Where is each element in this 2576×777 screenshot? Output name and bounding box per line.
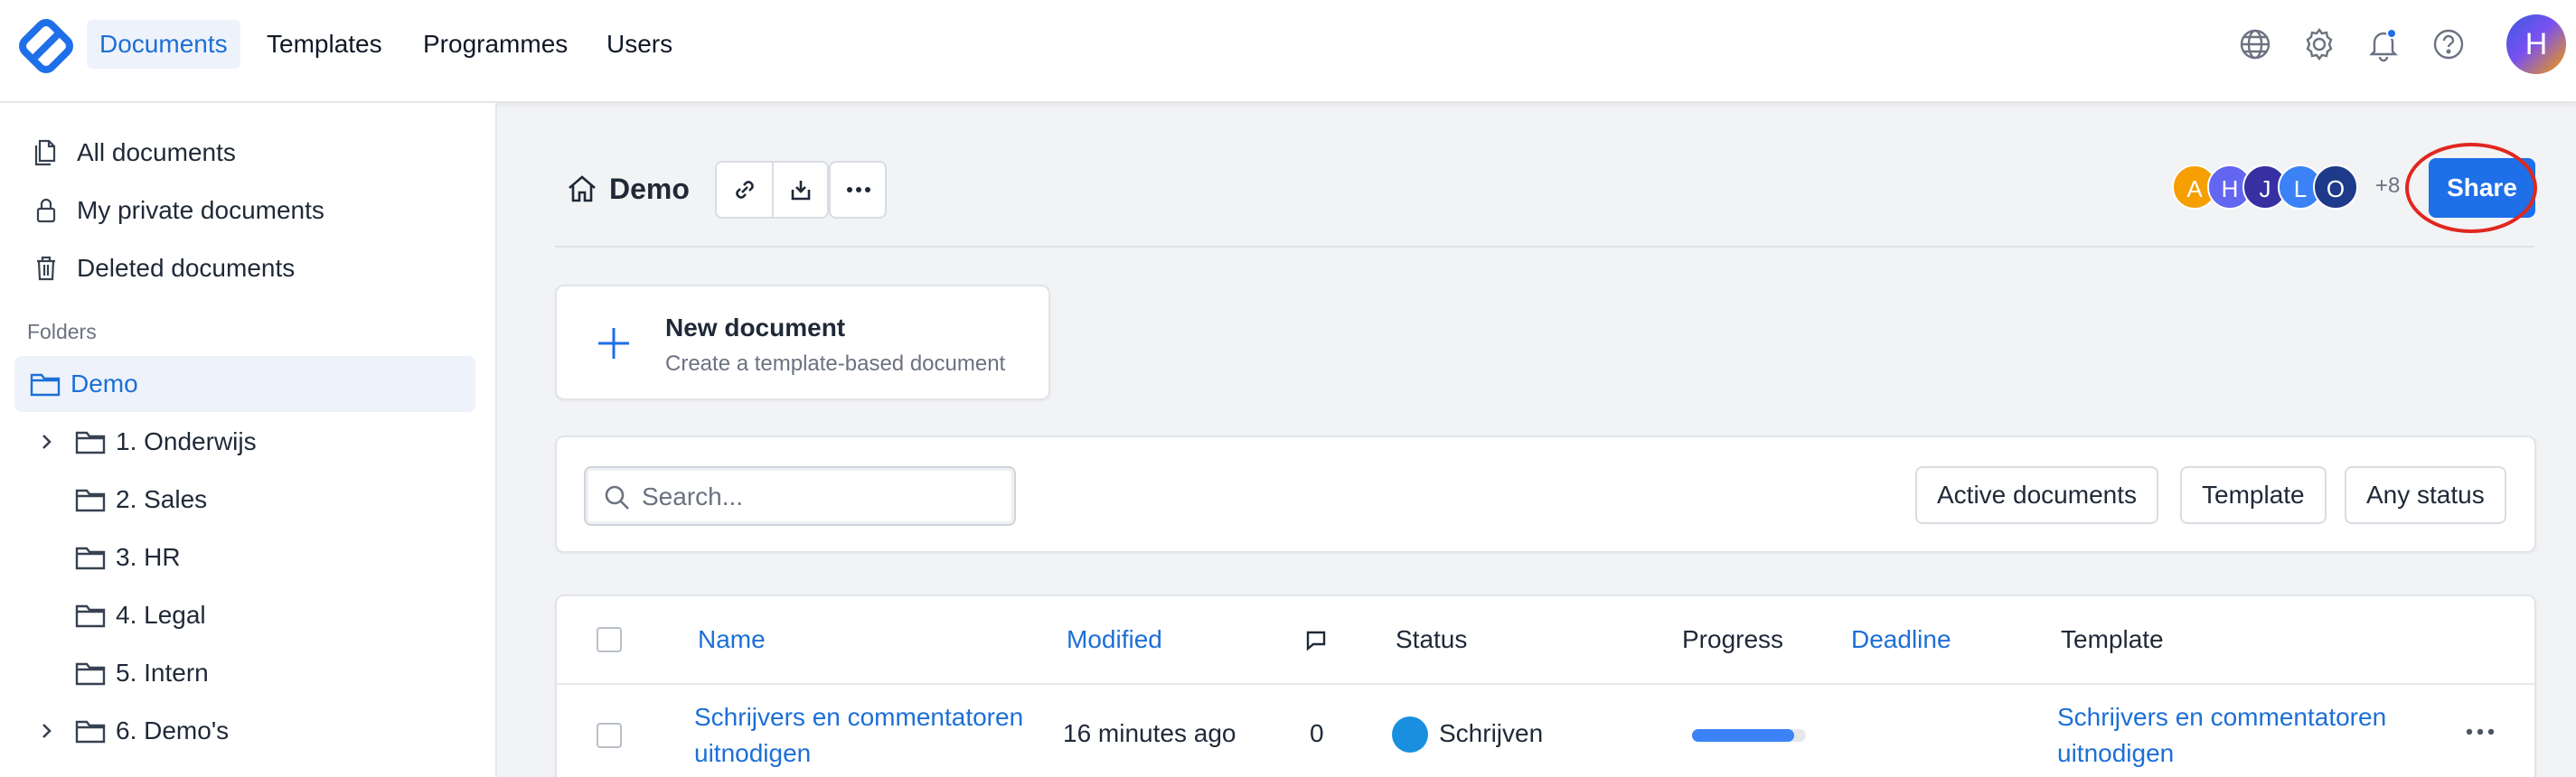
sidebar-item-label: My private documents — [77, 196, 324, 224]
search-icon — [605, 485, 629, 510]
column-progress[interactable]: Progress — [1682, 625, 1783, 654]
share-button[interactable]: Share — [2429, 158, 2535, 218]
collaborator-avatar[interactable]: O — [2313, 164, 2358, 210]
folder-icon — [30, 373, 61, 397]
download-button[interactable] — [773, 163, 829, 217]
column-status[interactable]: Status — [1396, 625, 1467, 654]
folder-icon — [75, 604, 106, 628]
home-icon — [569, 175, 596, 202]
copy-link-button[interactable] — [717, 163, 773, 217]
progress-fill — [1692, 729, 1795, 742]
status-indicator-icon — [1392, 716, 1428, 753]
chevron-right-icon[interactable] — [36, 432, 56, 452]
documents-table: Name Modified Status Progress Deadline T… — [555, 594, 2536, 777]
sidebar-item-label: All documents — [77, 138, 236, 166]
gear-icon[interactable] — [2300, 25, 2338, 63]
modified-time: 16 minutes ago — [1063, 719, 1236, 747]
template-link[interactable]: Schrijvers en commentatoren uitnodigen — [2057, 699, 2455, 772]
select-all-checkbox[interactable] — [597, 627, 622, 652]
ellipsis-icon — [847, 187, 870, 192]
comment-icon[interactable] — [1303, 628, 1329, 653]
top-navigation-bar: Documents Templates Programmes Users H — [0, 0, 2576, 103]
search-field[interactable] — [584, 466, 1016, 526]
status-label: Schrijven — [1439, 719, 1544, 747]
nav-templates[interactable]: Templates — [254, 20, 395, 69]
folder-sales[interactable]: 2. Sales — [33, 472, 466, 528]
column-modified[interactable]: Modified — [1067, 625, 1162, 654]
globe-icon[interactable] — [2236, 25, 2274, 63]
column-deadline[interactable]: Deadline — [1851, 625, 1951, 654]
link-icon — [736, 181, 754, 199]
chevron-right-icon[interactable] — [36, 721, 56, 741]
folder-hr[interactable]: 3. HR — [33, 529, 466, 585]
lock-icon — [36, 198, 56, 223]
template-filter[interactable]: Template — [2180, 466, 2327, 524]
app-logo-icon[interactable] — [16, 16, 76, 76]
folder-label: 6. Demo's — [116, 716, 230, 744]
toolbar-group — [715, 161, 829, 219]
folder-demos[interactable]: 6. Demo's — [33, 703, 466, 759]
download-icon — [791, 181, 811, 201]
plus-icon — [598, 328, 629, 359]
help-icon[interactable] — [2430, 25, 2468, 63]
status-filter[interactable]: Any status — [2345, 466, 2506, 524]
sidebar: All documents My private documents Delet… — [0, 103, 497, 777]
documents-icon — [34, 139, 56, 166]
search-input[interactable] — [642, 477, 1003, 517]
more-options-button[interactable] — [829, 161, 887, 219]
column-template[interactable]: Template — [2061, 625, 2164, 654]
folder-icon — [75, 720, 106, 744]
folder-label: 1. Onderwijs — [116, 427, 257, 455]
folder-legal[interactable]: 4. Legal — [33, 587, 466, 643]
folder-label: 3. HR — [116, 543, 181, 571]
sidebar-item-label: Deleted documents — [77, 254, 296, 282]
document-name-link[interactable]: Schrijvers en commentatoren uitnodigen — [694, 699, 1038, 772]
folder-label: Demo — [71, 370, 138, 398]
progress-bar — [1692, 729, 1806, 742]
user-avatar[interactable]: H — [2506, 14, 2566, 74]
active-documents-filter[interactable]: Active documents — [1915, 466, 2158, 524]
comment-count: 0 — [1310, 719, 1324, 747]
nav-documents[interactable]: Documents — [87, 20, 240, 69]
filter-bar: Active documents Template Any status — [555, 435, 2536, 553]
folder-label: 5. Intern — [116, 659, 209, 687]
new-document-subtitle: Create a template-based document — [665, 351, 1006, 376]
header-divider — [555, 246, 2534, 248]
collaborator-more-count[interactable]: +8 — [2375, 173, 2400, 199]
row-more-icon[interactable] — [2462, 723, 2498, 741]
column-name[interactable]: Name — [698, 625, 766, 654]
folder-icon — [75, 547, 106, 570]
folder-onderwijs[interactable]: 1. Onderwijs — [33, 414, 466, 470]
folder-icon — [75, 489, 106, 512]
nav-programmes[interactable]: Programmes — [410, 20, 580, 69]
folder-label: 2. Sales — [116, 485, 208, 513]
folder-label: 4. Legal — [116, 601, 206, 629]
new-document-title: New document — [665, 314, 846, 342]
nav-users[interactable]: Users — [594, 20, 685, 69]
bell-icon[interactable] — [2364, 25, 2402, 63]
folder-icon — [75, 431, 106, 454]
folder-icon — [75, 662, 106, 686]
folder-intern[interactable]: 5. Intern — [33, 645, 466, 701]
folders-heading: Folders — [27, 320, 97, 343]
row-checkbox[interactable] — [597, 723, 622, 748]
trash-icon — [37, 256, 55, 281]
new-document-card[interactable]: New document Create a template-based doc… — [555, 285, 1050, 400]
folder-demo[interactable]: Demo — [14, 356, 475, 412]
